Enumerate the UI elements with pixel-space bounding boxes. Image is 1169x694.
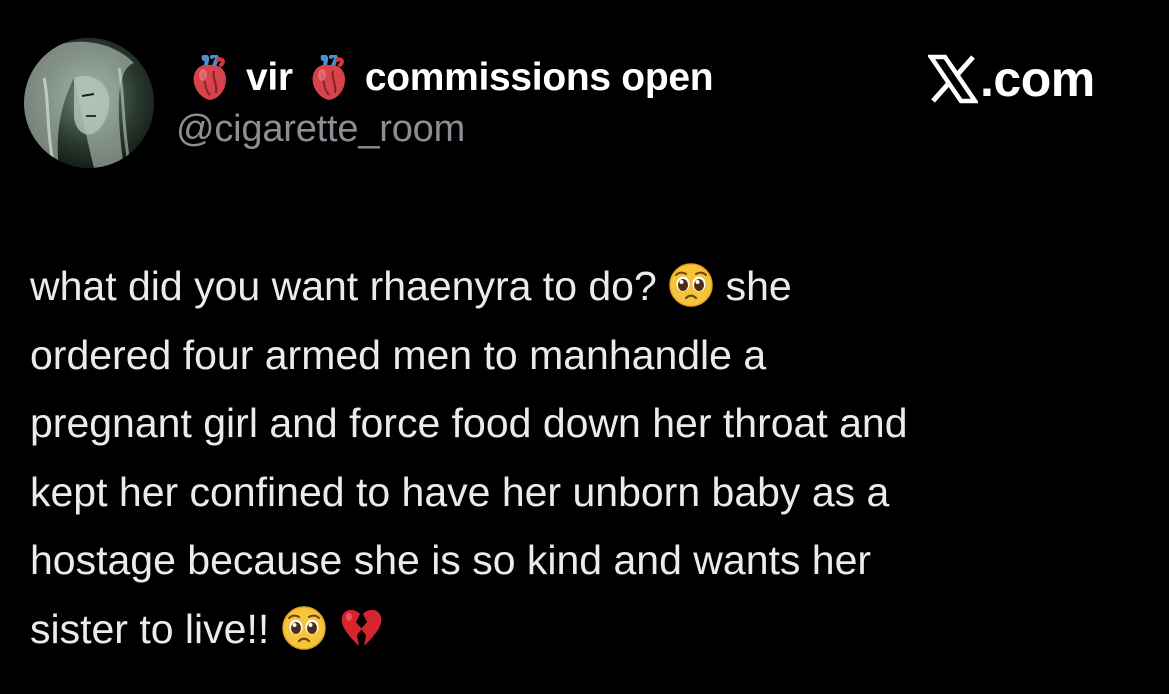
pleading-face-emoji [668,262,714,308]
tweet-line: pregnant girl and force food down her th… [30,400,908,446]
tweet-line: ordered four armed men to manhandle a [30,331,767,378]
tweet-line: what did you want rhaenyra to do? she [30,252,1150,321]
broken-heart-emoji [338,605,384,651]
anatomical-heart-icon [309,55,349,101]
tweet-line: kept her confined to have her unborn bab… [30,468,890,515]
tweet-line: hostage because she is so kind and wants… [30,537,872,583]
author-name-row[interactable]: vir commissions open [190,48,714,108]
tweet-text: sister to live!! [30,605,270,652]
pleading-face-emoji [281,605,327,651]
tweet-body: what did you want rhaenyra to do? she or… [30,252,1150,663]
author-handle[interactable]: @cigarette_room [176,108,465,151]
tweet-text: she [725,263,792,309]
author-name-part2: commissions open [364,56,714,99]
tweet-line: sister to live!! [30,595,1150,664]
tweet-text: what did you want rhaenyra to do? [30,263,657,309]
author-name-part1: vir [246,56,293,99]
brand-watermark: .com [928,50,1095,108]
anatomical-heart-icon [190,55,230,101]
avatar-image [24,38,154,168]
brand-suffix: .com [980,51,1095,107]
x-logo-icon [928,54,978,104]
avatar[interactable] [24,38,154,168]
